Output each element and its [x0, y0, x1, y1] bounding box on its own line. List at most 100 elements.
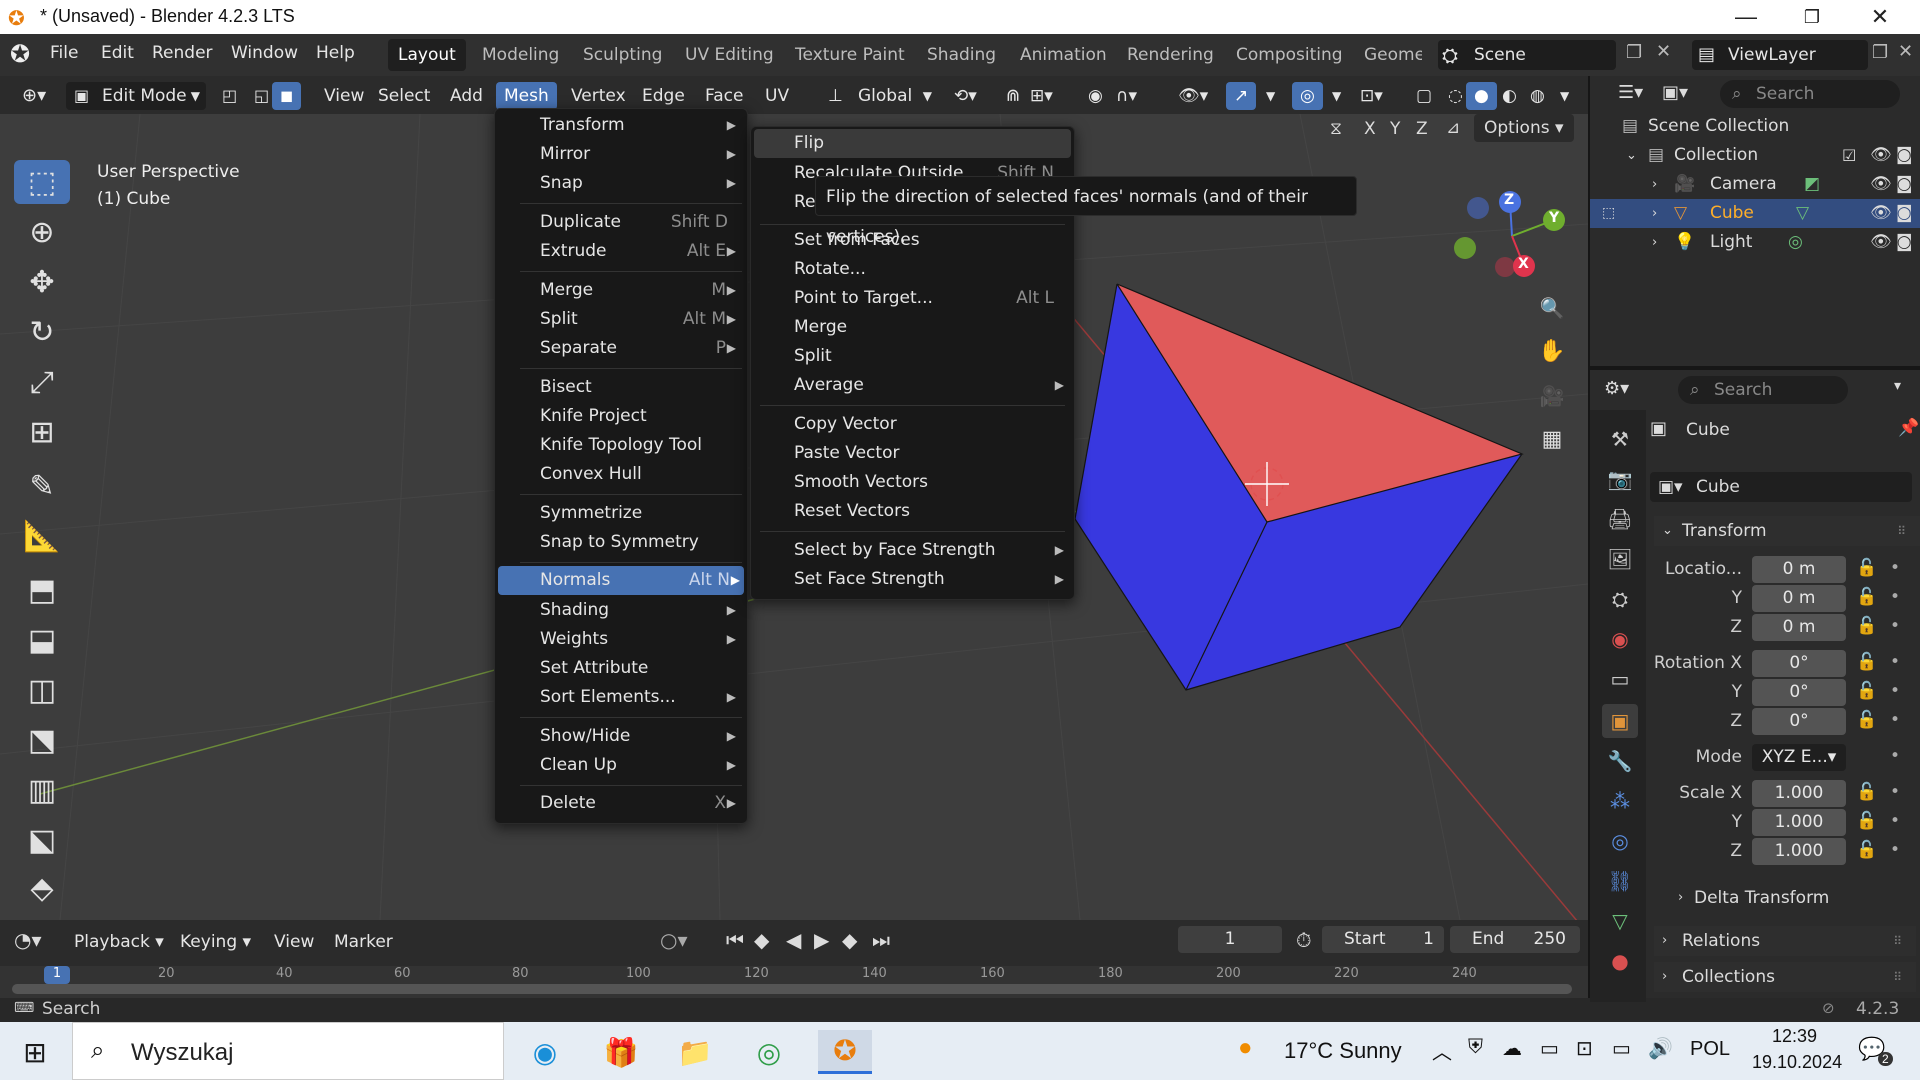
- mode-selector[interactable]: ▣ Edit Mode ▼: [66, 82, 206, 110]
- menu-item-snap[interactable]: Snap ▶: [540, 169, 736, 198]
- lock-icon[interactable]: 🔓: [1856, 782, 1877, 802]
- render-tab-icon[interactable]: 📷: [1602, 462, 1638, 496]
- clock-date[interactable]: 19.10.2024: [1752, 1052, 1842, 1073]
- chevron-down-icon[interactable]: ▼: [1258, 82, 1283, 110]
- tab-uv-editing[interactable]: UV Editing: [675, 39, 784, 71]
- header-menu-face[interactable]: Face: [697, 82, 751, 110]
- knife-tool-icon[interactable]: ⬕: [14, 818, 70, 862]
- location-z-field[interactable]: 0 m: [1752, 614, 1846, 641]
- rotation-z-field[interactable]: 0°: [1752, 708, 1846, 735]
- prev-keyframe-icon[interactable]: ◆: [754, 928, 769, 952]
- tab-sculpting[interactable]: Sculpting: [573, 39, 672, 71]
- header-menu-mesh[interactable]: Mesh: [496, 82, 557, 110]
- outliner-editor-icon[interactable]: ☰▾: [1618, 82, 1643, 103]
- menu-item-extrude[interactable]: Extrude Alt E ▶: [540, 237, 736, 266]
- camera-render-icon[interactable]: ◙: [1896, 228, 1913, 257]
- move-tool-icon[interactable]: ✥: [14, 260, 70, 304]
- delete-scene-icon[interactable]: ✕: [1656, 41, 1671, 62]
- menu-item-snap-to-symmetry[interactable]: Snap to Symmetry: [540, 528, 736, 557]
- camera-view-icon[interactable]: 🎥: [1534, 378, 1570, 414]
- playhead[interactable]: 1: [44, 966, 70, 984]
- menu-item-normals[interactable]: Normals Alt N ▶: [498, 566, 744, 595]
- eye-icon[interactable]: 👁: [1870, 228, 1892, 257]
- submenu-item-flip[interactable]: Flip: [754, 129, 1071, 158]
- header-menu-select[interactable]: Select: [370, 82, 438, 110]
- chevron-down-icon[interactable]: ▼: [1552, 82, 1577, 110]
- keyframe-dot-icon[interactable]: •: [1890, 811, 1900, 831]
- delete-viewlayer-icon[interactable]: ✕: [1898, 41, 1913, 62]
- material-shading-icon[interactable]: ◐: [1494, 82, 1525, 110]
- mesh-overlay-icon[interactable]: ⊡▾: [1352, 82, 1391, 110]
- keyframe-dot-icon[interactable]: •: [1890, 746, 1900, 766]
- menu-item-merge[interactable]: Merge M ▶: [540, 276, 736, 305]
- outliner-search-input[interactable]: ⌕ Search: [1720, 80, 1900, 108]
- weather-label[interactable]: 17°C Sunny: [1284, 1038, 1402, 1064]
- rotation-mode-dropdown[interactable]: XYZ E...▾: [1752, 744, 1846, 771]
- tab-modeling[interactable]: Modeling: [472, 39, 569, 71]
- menu-item-clean-up[interactable]: Clean Up ▶: [540, 751, 736, 780]
- scale-y-field[interactable]: 1.000: [1752, 809, 1846, 836]
- cursor-tool-icon[interactable]: ⊕: [14, 210, 70, 254]
- data-tab-icon[interactable]: ▽: [1602, 904, 1638, 938]
- rotation-y-field[interactable]: 0°: [1752, 679, 1846, 706]
- header-menu-view[interactable]: View: [316, 82, 372, 110]
- lock-icon[interactable]: 🔓: [1856, 616, 1877, 636]
- chevron-down-icon[interactable]: ▼: [1324, 82, 1349, 110]
- keyframe-dot-icon[interactable]: •: [1890, 587, 1900, 607]
- menu-render[interactable]: Render: [152, 43, 213, 63]
- gizmo-toggle-icon[interactable]: ↗: [1226, 82, 1257, 110]
- volume-icon[interactable]: 🔊: [1648, 1036, 1673, 1061]
- transform-panel-header[interactable]: ⌄ Transform ⠿: [1654, 516, 1920, 546]
- lock-icon[interactable]: 🔓: [1856, 558, 1877, 578]
- drag-handle-icon[interactable]: ⠿: [1893, 926, 1902, 956]
- jump-start-icon[interactable]: ⏮: [726, 928, 744, 952]
- checkbox-icon[interactable]: ☑: [1842, 141, 1856, 170]
- submenu-item-rotate[interactable]: Rotate...: [794, 255, 1054, 284]
- camera-render-icon[interactable]: ◙: [1896, 199, 1913, 228]
- lock-icon[interactable]: 🔓: [1856, 840, 1877, 860]
- language-indicator[interactable]: POL: [1690, 1038, 1730, 1061]
- transform-tool-icon[interactable]: ⊞: [14, 410, 70, 454]
- timeline-menu-playback[interactable]: Playback ▾: [66, 928, 172, 956]
- current-frame-field[interactable]: 1: [1178, 926, 1282, 953]
- tab-compositing[interactable]: Compositing: [1226, 39, 1353, 71]
- pan-hand-icon[interactable]: ✋: [1534, 334, 1570, 370]
- menu-window[interactable]: Window: [231, 43, 298, 63]
- play-icon[interactable]: ▶: [814, 928, 829, 952]
- physics-tab-icon[interactable]: ◎: [1602, 824, 1638, 858]
- chevron-down-icon[interactable]: ⌄: [1626, 141, 1637, 170]
- chevron-right-icon[interactable]: ›: [1652, 170, 1657, 199]
- submenu-item-copy-vector[interactable]: Copy Vector: [794, 410, 1054, 439]
- new-scene-icon[interactable]: ❐: [1626, 42, 1642, 63]
- mesh-data-icon[interactable]: ▽: [1796, 199, 1809, 228]
- header-menu-edge[interactable]: Edge: [634, 82, 693, 110]
- tab-shading[interactable]: Shading: [917, 39, 1006, 71]
- header-menu-add[interactable]: Add: [442, 82, 491, 110]
- mirror-axes-icon[interactable]: ⧖: [1330, 119, 1342, 139]
- meet-icon[interactable]: ▭: [1540, 1036, 1559, 1061]
- chevron-right-icon[interactable]: ›: [1652, 199, 1657, 228]
- outliner-item-light[interactable]: › 💡 Light ◎ 👁 ◙: [1590, 228, 1920, 257]
- eye-icon[interactable]: 👁: [1870, 141, 1892, 170]
- eye-icon[interactable]: 👁: [1870, 199, 1892, 228]
- pin-icon[interactable]: 📌: [1898, 418, 1919, 438]
- gift-app-icon[interactable]: 🎁: [594, 1030, 648, 1074]
- jump-end-icon[interactable]: ⏭: [872, 928, 890, 952]
- tool-tab-icon[interactable]: ⚒: [1602, 422, 1638, 456]
- output-tab-icon[interactable]: 🖨: [1602, 502, 1638, 536]
- submenu-item-split[interactable]: Split: [794, 342, 1054, 371]
- select-box-tool-icon[interactable]: ⬚: [14, 160, 70, 204]
- scale-tool-icon[interactable]: ⤢: [14, 360, 70, 404]
- menu-item-transform[interactable]: Transform ▶: [540, 111, 736, 140]
- menu-item-set-attribute[interactable]: Set Attribute: [540, 654, 736, 683]
- header-menu-uv[interactable]: UV: [757, 82, 797, 110]
- location-y-field[interactable]: 0 m: [1752, 585, 1846, 612]
- add-cube-tool-icon[interactable]: ⬒: [14, 568, 70, 612]
- tab-animation[interactable]: Animation: [1010, 39, 1117, 71]
- submenu-item-select-by-face-strength[interactable]: Select by Face Strength ▶: [794, 536, 1064, 565]
- face-select-icon[interactable]: ◼: [272, 82, 302, 110]
- visibility-icon[interactable]: 👁▾: [1170, 82, 1216, 110]
- extrude-tool-icon[interactable]: ⬓: [14, 618, 70, 662]
- close-icon[interactable]: ✕: [1850, 0, 1910, 34]
- submenu-item-point-to-target[interactable]: Point to Target... Alt L: [794, 284, 1054, 313]
